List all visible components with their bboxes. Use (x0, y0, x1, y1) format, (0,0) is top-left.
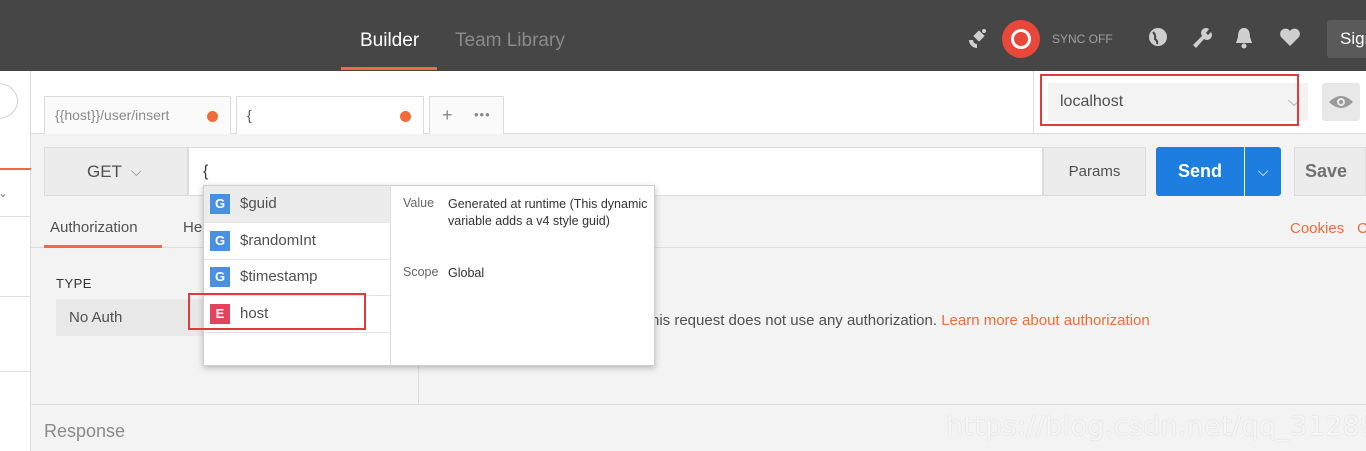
environment-quick-look-button[interactable] (1322, 83, 1360, 121)
top-header: Builder Team Library SYNC OFF Sign (0, 0, 1366, 71)
divider (0, 371, 31, 372)
chevron-down-icon: ⌵ (131, 163, 142, 179)
unsaved-dot-icon (207, 111, 218, 122)
sidebar-active-indicator (0, 168, 31, 170)
cookies-link[interactable]: Cookies (1290, 220, 1344, 237)
active-tab-indicator (341, 67, 437, 70)
request-tab-label: { (247, 107, 252, 123)
learn-more-link[interactable]: Learn more about authorization (941, 312, 1149, 329)
code-link[interactable]: C (1357, 220, 1366, 237)
send-options-button[interactable]: ⌵ (1245, 147, 1281, 196)
global-badge: G (210, 231, 230, 251)
tab-headers[interactable]: He (183, 219, 202, 236)
autocomplete-item-name: $timestamp (240, 268, 318, 285)
tab-team-library[interactable]: Team Library (455, 30, 565, 52)
response-label: Response (44, 421, 126, 441)
sidebar-search-field[interactable] (0, 83, 18, 119)
autocomplete-item-name: $guid (240, 195, 277, 212)
divider (0, 216, 31, 217)
method-select[interactable]: GET ⌵ (44, 147, 188, 196)
divider (0, 296, 31, 297)
sync-status-label: SYNC OFF (1052, 32, 1113, 46)
request-tab-label: {{host}}/user/insert (55, 107, 170, 123)
plus-icon[interactable]: + (442, 105, 453, 126)
watermark: https://blog.csdn.net/qq_31289187 (946, 411, 1366, 442)
unsaved-dot-icon (400, 111, 411, 122)
autocomplete-item[interactable]: G $randomInt (204, 223, 390, 260)
request-tab-active[interactable]: { (236, 96, 424, 134)
save-button[interactable]: Save (1294, 147, 1366, 196)
tab-authorization[interactable]: Authorization (50, 219, 138, 236)
autocomplete-list: G $guid G $randomInt G $timestamp E host (204, 186, 391, 365)
more-icon[interactable]: ••• (474, 107, 491, 122)
heart-icon[interactable] (1278, 26, 1302, 50)
chevron-down-icon[interactable]: ⌄ (0, 186, 8, 200)
sidebar: ⌄ (0, 71, 31, 451)
sign-in-button[interactable]: Sign (1327, 20, 1366, 58)
global-badge: G (210, 194, 230, 214)
highlight-box (1040, 74, 1299, 126)
satellite-icon[interactable] (965, 26, 989, 50)
send-button[interactable]: Send (1156, 147, 1244, 196)
global-badge: G (210, 267, 230, 287)
detail-value: Generated at runtime (This dynamic varia… (448, 197, 648, 228)
params-button[interactable]: Params (1043, 147, 1146, 196)
autocomplete-item-name: $randomInt (240, 232, 316, 249)
variable-autocomplete: G $guid G $randomInt G $timestamp E host… (203, 185, 655, 366)
detail-key: Scope (403, 265, 439, 279)
detail-key: Value (403, 196, 435, 210)
auth-type-label: TYPE (56, 276, 92, 291)
autocomplete-item[interactable]: G $timestamp (204, 259, 390, 296)
highlight-box (188, 293, 366, 330)
method-value: GET (87, 162, 122, 181)
autocomplete-item[interactable]: G $guid (204, 186, 390, 223)
detail-value: Global (448, 266, 485, 280)
tab-builder[interactable]: Builder (360, 30, 419, 52)
request-tab-bar: {{host}}/user/insert { + ••• (31, 71, 1033, 134)
request-tab[interactable]: {{host}}/user/insert (44, 96, 231, 134)
globe-icon[interactable] (1146, 26, 1170, 50)
auth-message: his request does not use any authorizati… (651, 312, 1150, 329)
auth-message-text: his request does not use any authorizati… (651, 312, 942, 329)
auth-type-select[interactable]: No Auth (56, 299, 204, 336)
new-tab-group: + ••• (429, 96, 504, 134)
bell-icon[interactable] (1232, 26, 1256, 50)
wrench-icon[interactable] (1190, 26, 1214, 50)
sync-status-icon[interactable] (1002, 20, 1040, 58)
